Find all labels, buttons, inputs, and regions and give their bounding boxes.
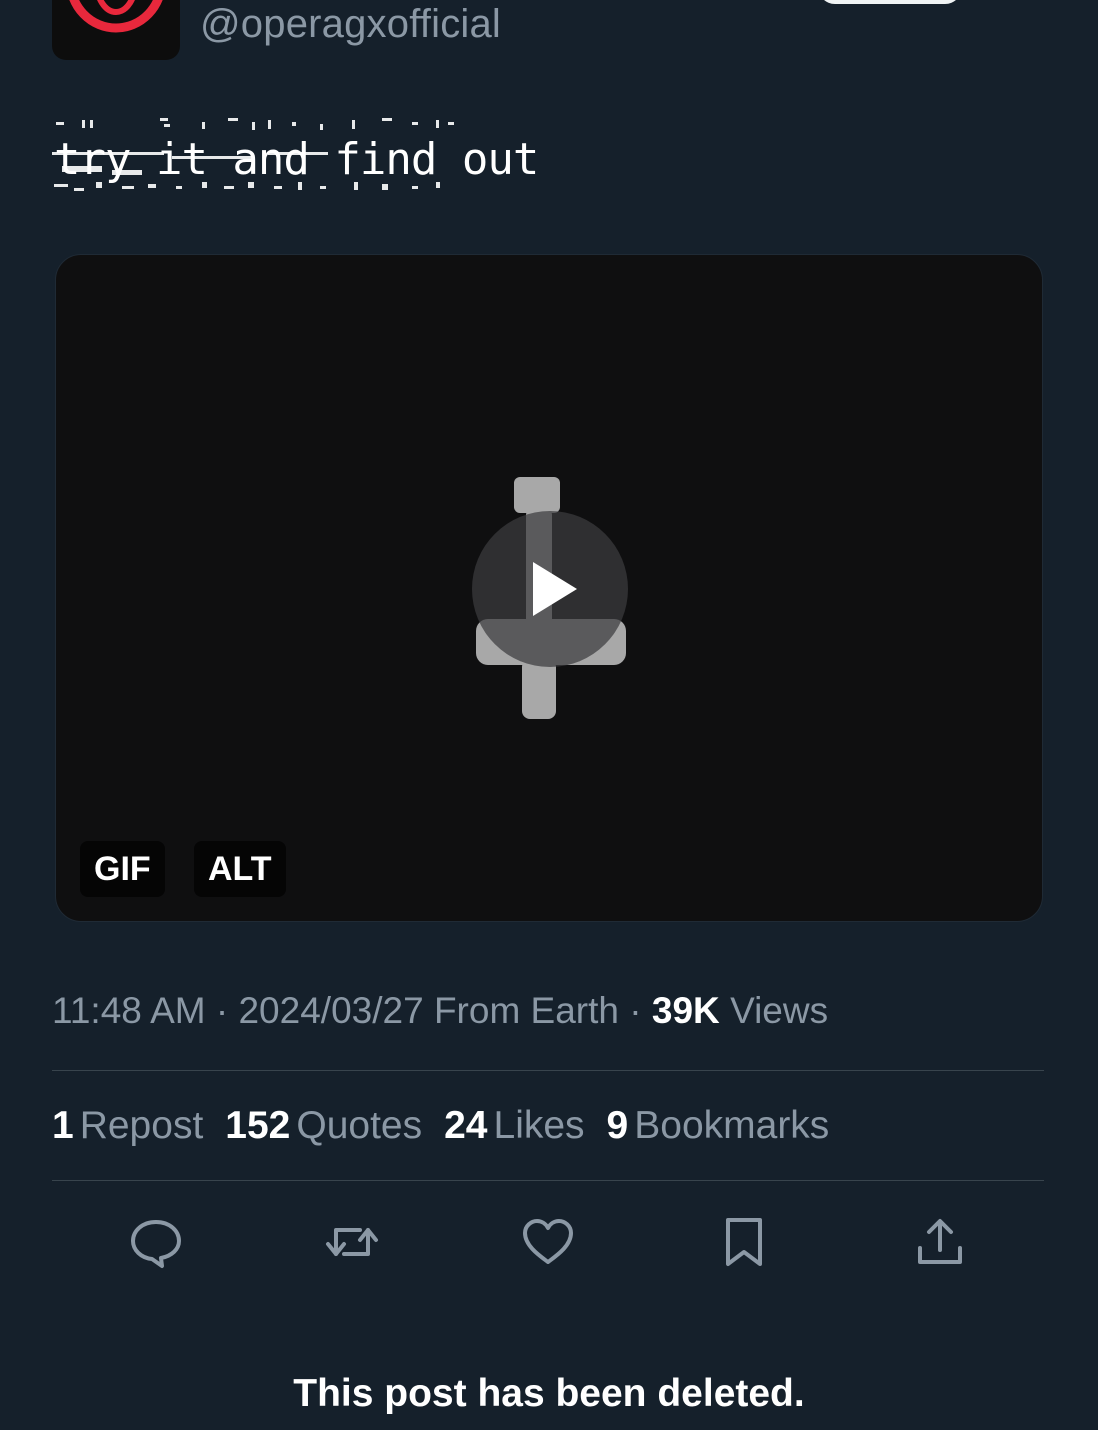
heart-icon <box>523 1219 573 1264</box>
avatar[interactable] <box>52 0 180 60</box>
tweet-source: From Earth <box>433 990 619 1031</box>
views-count: 39K <box>651 990 720 1031</box>
speech-bubble-icon <box>131 1220 181 1268</box>
bookmark-icon <box>726 1218 762 1266</box>
bookmark-button[interactable] <box>716 1214 772 1270</box>
tweet-date[interactable]: 2024/03/27 <box>238 990 423 1031</box>
follow-button[interactable] <box>818 0 962 4</box>
views-label: Views <box>730 990 829 1031</box>
tweet-meta: 11:48 AM · 2024/03/27 From Earth · 39K V… <box>52 990 828 1032</box>
reply-button[interactable] <box>128 1214 184 1270</box>
opera-gx-logo-icon <box>69 0 163 33</box>
tweet-text: try it and find out <box>52 116 539 202</box>
tweet-time[interactable]: 11:48 AM <box>52 990 206 1031</box>
stat-bookmarks[interactable]: 9 Bookmarks <box>607 1104 830 1148</box>
media-gif[interactable]: GIF ALT <box>55 254 1043 922</box>
engagement-stats: 1 Repost 152 Quotes 24 Likes 9 Bookmarks <box>52 1104 829 1148</box>
play-icon <box>533 562 577 616</box>
deleted-notice: This post has been deleted. <box>293 1372 805 1415</box>
alt-badge[interactable]: ALT <box>194 841 286 897</box>
divider <box>52 1180 1044 1181</box>
stat-quotes[interactable]: 152 Quotes <box>225 1104 422 1148</box>
repost-button[interactable] <box>324 1214 380 1270</box>
stat-likes[interactable]: 24 Likes <box>444 1104 584 1148</box>
stat-reposts[interactable]: 1 Repost <box>52 1104 203 1148</box>
play-button[interactable] <box>472 511 628 667</box>
divider <box>52 1070 1044 1071</box>
author-handle[interactable]: @operagxofficial <box>200 2 501 47</box>
gif-badge: GIF <box>80 841 165 897</box>
share-upload-icon <box>918 1219 962 1264</box>
tweet-text-content: try it and find out <box>54 134 539 185</box>
repost-arrows-icon <box>326 1228 378 1256</box>
like-button[interactable] <box>520 1214 576 1270</box>
meta-separator: · <box>215 990 229 1031</box>
meta-separator: · <box>629 990 642 1031</box>
share-button[interactable] <box>912 1214 968 1270</box>
